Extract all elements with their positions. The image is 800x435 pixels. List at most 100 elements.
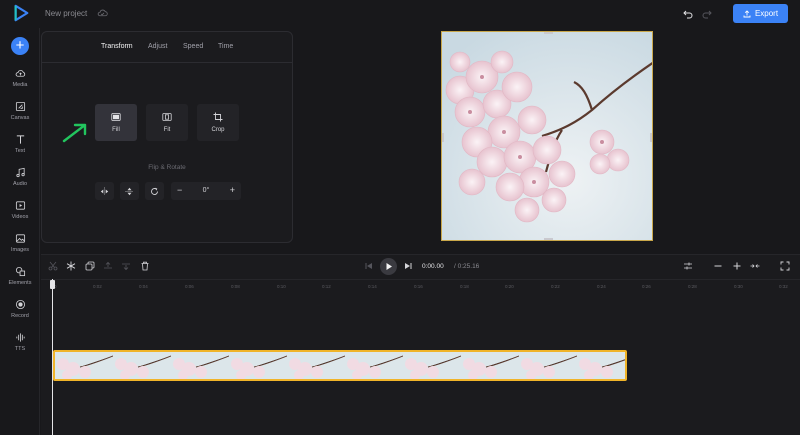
- app-logo-icon[interactable]: [12, 4, 30, 22]
- flip-vertical-icon: [125, 187, 134, 195]
- flip-horizontal-button[interactable]: [95, 182, 114, 200]
- sidebar-item-label: Record: [11, 313, 29, 319]
- add-media-button[interactable]: +: [11, 37, 29, 55]
- tab-speed[interactable]: Speed: [183, 43, 203, 50]
- playhead-line: [52, 279, 53, 435]
- clip-thumbnail: [577, 352, 625, 379]
- undo-icon[interactable]: [683, 9, 693, 19]
- project-title[interactable]: New project: [45, 9, 87, 18]
- rotation-increase-button[interactable]: +: [230, 185, 235, 195]
- crop-label: Crop: [211, 127, 225, 133]
- tab-adjust[interactable]: Adjust: [148, 43, 167, 50]
- current-time: 0:00.00: [422, 263, 444, 270]
- flip-rotate-title: Flip & Rotate: [148, 164, 186, 171]
- waveform-icon: [15, 333, 25, 342]
- sidebar-item-text[interactable]: Text: [0, 134, 40, 164]
- clip-thumbnail: [113, 352, 171, 379]
- cloud-sync-icon: [97, 9, 108, 17]
- tick-label: 0:06: [185, 284, 194, 289]
- redo-icon[interactable]: [702, 9, 712, 19]
- tick-label: 0:30: [734, 284, 743, 289]
- sidebar-item-media[interactable]: Media: [0, 68, 40, 98]
- tick-label: 0:32: [779, 284, 788, 289]
- fit-mode-button[interactable]: Fit: [146, 104, 188, 141]
- fill-mode-button[interactable]: Fill: [95, 104, 137, 141]
- zoom-in-icon[interactable]: [732, 261, 742, 271]
- preview-canvas[interactable]: [441, 31, 653, 241]
- image-icon: [15, 234, 25, 243]
- sidebar-item-videos[interactable]: Videos: [0, 200, 40, 230]
- tab-time[interactable]: Time: [218, 43, 233, 50]
- panel-divider: [42, 62, 292, 63]
- video-clip[interactable]: [53, 350, 627, 381]
- scissors-icon[interactable]: [48, 261, 58, 271]
- split-view-icon[interactable]: [683, 261, 693, 271]
- tick-label: 0:26: [642, 284, 651, 289]
- sidebar-item-label: TTS: [14, 346, 26, 352]
- text-icon: [16, 135, 24, 144]
- fit-timeline-icon[interactable]: [750, 261, 760, 271]
- tick-label: 0:02: [93, 284, 102, 289]
- fullscreen-icon[interactable]: [780, 261, 790, 271]
- tick-label: 0:12: [322, 284, 331, 289]
- sidebar-item-label: Videos: [11, 214, 29, 220]
- duplicate-icon[interactable]: [85, 261, 95, 271]
- properties-panel: Transform Adjust Speed Time Fill Fit Cro…: [41, 31, 293, 243]
- playhead-handle[interactable]: [50, 280, 55, 289]
- freeze-icon[interactable]: [66, 261, 76, 271]
- total-time: / 0:25.16: [454, 263, 480, 270]
- fit-icon: [162, 113, 172, 121]
- trash-icon[interactable]: [140, 261, 150, 271]
- sidebar-item-label: Text: [14, 148, 26, 154]
- timeline-toolbar: 0:00.00 / 0:25.16: [41, 255, 800, 279]
- shapes-icon: [15, 266, 25, 277]
- send-backward-icon[interactable]: [121, 261, 131, 271]
- tab-transform[interactable]: Transform: [101, 43, 133, 50]
- video-icon: [15, 201, 25, 210]
- flip-vertical-button[interactable]: [120, 182, 139, 200]
- flip-horizontal-icon: [100, 187, 109, 195]
- tick-label: 0:10: [277, 284, 286, 289]
- play-button[interactable]: [380, 258, 397, 275]
- zoom-out-icon[interactable]: [713, 261, 723, 271]
- sidebar-item-elements[interactable]: Elements: [0, 266, 40, 296]
- fit-label: Fit: [163, 127, 171, 133]
- sidebar-item-tts[interactable]: TTS: [0, 332, 40, 362]
- panel-tabs: Transform Adjust Speed Time: [42, 32, 292, 62]
- timeline-ruler[interactable]: 0 0:02 0:04 0:06 0:08 0:10 0:12 0:14 0:1…: [41, 279, 800, 293]
- left-sidebar: + Media Canvas Text Audio Videos Images …: [0, 28, 40, 435]
- resize-handle-top[interactable]: [544, 32, 553, 34]
- sidebar-item-canvas[interactable]: Canvas: [0, 101, 40, 131]
- skip-back-icon[interactable]: [364, 261, 374, 271]
- resize-handle-bottom[interactable]: [544, 238, 553, 240]
- rotate-button[interactable]: [145, 182, 164, 200]
- skip-forward-icon[interactable]: [403, 261, 413, 271]
- tick-label: 0:08: [231, 284, 240, 289]
- editor-app: New project Export + Media Canvas Text A…: [0, 0, 800, 435]
- sidebar-item-record[interactable]: Record: [0, 299, 40, 329]
- clip-thumbnail: [171, 352, 229, 379]
- sidebar-item-label: Images: [10, 247, 30, 253]
- tick-label: 0:24: [597, 284, 606, 289]
- rotation-stepper[interactable]: − 0° +: [171, 182, 241, 200]
- resize-handle-right[interactable]: [650, 133, 652, 142]
- export-button[interactable]: Export: [733, 4, 788, 23]
- tick-label: 0:04: [139, 284, 148, 289]
- cherry-blossom-image: [442, 32, 652, 240]
- top-bar: New project Export: [0, 0, 800, 28]
- bring-forward-icon[interactable]: [103, 261, 113, 271]
- fill-icon: [111, 113, 121, 121]
- clip-thumbnail: [461, 352, 519, 379]
- export-label: Export: [754, 9, 779, 18]
- sidebar-item-label: Elements: [8, 280, 32, 286]
- sidebar-item-audio[interactable]: Audio: [0, 167, 40, 197]
- tick-label: 0:18: [460, 284, 469, 289]
- sidebar-item-label: Canvas: [10, 115, 30, 121]
- resize-handle-left[interactable]: [442, 133, 444, 142]
- upload-icon: [743, 9, 751, 17]
- sidebar-item-images[interactable]: Images: [0, 233, 40, 263]
- play-icon: [386, 263, 392, 270]
- green-arrow-annotation: [62, 123, 87, 143]
- crop-mode-button[interactable]: Crop: [197, 104, 239, 141]
- sidebar-item-label: Audio: [12, 181, 28, 187]
